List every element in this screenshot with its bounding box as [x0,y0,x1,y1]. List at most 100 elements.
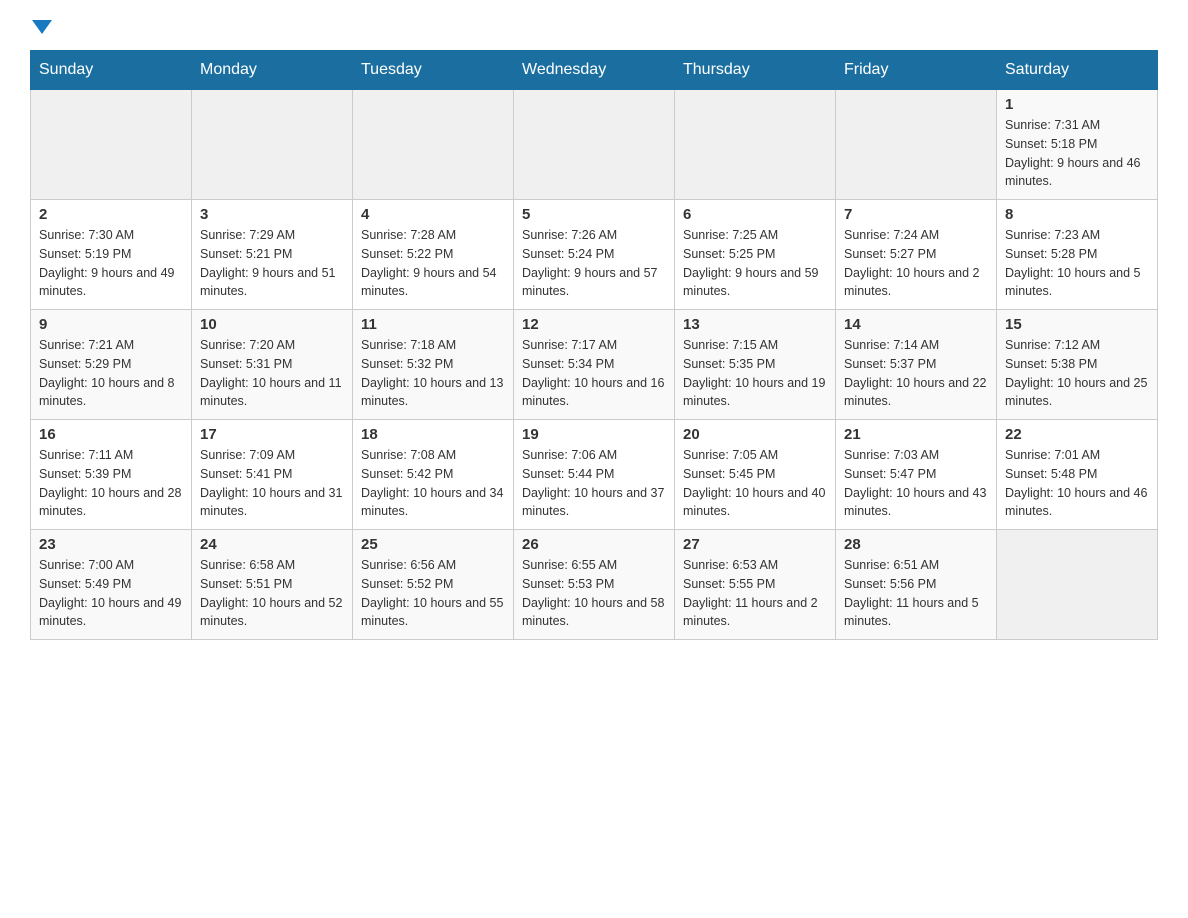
calendar-header: SundayMondayTuesdayWednesdayThursdayFrid… [31,51,1158,90]
calendar-cell: 1 Sunrise: 7:31 AMSunset: 5:18 PMDaylight… [997,90,1158,200]
day-number: 2 [39,206,183,223]
day-info: Sunrise: 7:18 AMSunset: 5:32 PMDaylight:… [361,336,505,411]
day-number: 6 [683,206,827,223]
day-info: Sunrise: 6:53 AMSunset: 5:55 PMDaylight:… [683,556,827,631]
day-number: 19 [522,426,666,443]
day-number: 28 [844,536,988,553]
calendar-cell: 9 Sunrise: 7:21 AMSunset: 5:29 PMDaylight… [31,310,192,420]
calendar-cell: 18 Sunrise: 7:08 AMSunset: 5:42 PMDayligh… [353,420,514,530]
day-info: Sunrise: 7:21 AMSunset: 5:29 PMDaylight:… [39,336,183,411]
day-number: 21 [844,426,988,443]
calendar-cell [31,90,192,200]
calendar-cell: 10Sunrise: 7:20 AMSunset: 5:31 PMDayligh… [192,310,353,420]
calendar-cell: 25 Sunrise: 6:56 AMSunset: 5:52 PMDayligh… [353,530,514,640]
logo-triangle-icon [32,20,52,34]
day-number: 25 [361,536,505,553]
day-info: Sunrise: 7:09 AMSunset: 5:41 PMDaylight:… [200,446,344,521]
day-info: Sunrise: 7:11 AMSunset: 5:39 PMDaylight:… [39,446,183,521]
day-number: 16 [39,426,183,443]
calendar-week-row: 16 Sunrise: 7:11 AMSunset: 5:39 PMDayligh… [31,420,1158,530]
weekday-header-wednesday: Wednesday [514,51,675,90]
calendar-week-row: 1 Sunrise: 7:31 AMSunset: 5:18 PMDaylight… [31,90,1158,200]
calendar-table: SundayMondayTuesdayWednesdayThursdayFrid… [30,50,1158,640]
day-number: 18 [361,426,505,443]
calendar-cell: 17 Sunrise: 7:09 AMSunset: 5:41 PMDayligh… [192,420,353,530]
day-number: 23 [39,536,183,553]
page-header [30,20,1158,34]
day-number: 17 [200,426,344,443]
calendar-cell: 23Sunrise: 7:00 AMSunset: 5:49 PMDayligh… [31,530,192,640]
weekday-header-thursday: Thursday [675,51,836,90]
day-number: 8 [1005,206,1149,223]
calendar-week-row: 9 Sunrise: 7:21 AMSunset: 5:29 PMDaylight… [31,310,1158,420]
day-number: 26 [522,536,666,553]
day-info: Sunrise: 7:29 AMSunset: 5:21 PMDaylight:… [200,226,344,301]
calendar-cell: 24 Sunrise: 6:58 AMSunset: 5:51 PMDayligh… [192,530,353,640]
calendar-cell [997,530,1158,640]
calendar-week-row: 23Sunrise: 7:00 AMSunset: 5:49 PMDayligh… [31,530,1158,640]
calendar-cell: 5 Sunrise: 7:26 AMSunset: 5:24 PMDaylight… [514,200,675,310]
day-info: Sunrise: 7:31 AMSunset: 5:18 PMDaylight:… [1005,116,1149,191]
day-info: Sunrise: 7:06 AMSunset: 5:44 PMDaylight:… [522,446,666,521]
calendar-cell: 2 Sunrise: 7:30 AMSunset: 5:19 PMDaylight… [31,200,192,310]
calendar-cell: 8 Sunrise: 7:23 AMSunset: 5:28 PMDaylight… [997,200,1158,310]
calendar-cell: 19 Sunrise: 7:06 AMSunset: 5:44 PMDayligh… [514,420,675,530]
day-number: 22 [1005,426,1149,443]
weekday-header-monday: Monday [192,51,353,90]
day-info: Sunrise: 6:58 AMSunset: 5:51 PMDaylight:… [200,556,344,631]
calendar-cell: 16 Sunrise: 7:11 AMSunset: 5:39 PMDayligh… [31,420,192,530]
calendar-cell: 4 Sunrise: 7:28 AMSunset: 5:22 PMDaylight… [353,200,514,310]
calendar-cell: 26Sunrise: 6:55 AMSunset: 5:53 PMDayligh… [514,530,675,640]
calendar-cell [514,90,675,200]
day-info: Sunrise: 6:51 AMSunset: 5:56 PMDaylight:… [844,556,988,631]
day-number: 11 [361,316,505,333]
day-info: Sunrise: 7:26 AMSunset: 5:24 PMDaylight:… [522,226,666,301]
weekday-header-saturday: Saturday [997,51,1158,90]
calendar-cell [836,90,997,200]
day-number: 3 [200,206,344,223]
weekday-header-row: SundayMondayTuesdayWednesdayThursdayFrid… [31,51,1158,90]
calendar-cell: 15Sunrise: 7:12 AMSunset: 5:38 PMDayligh… [997,310,1158,420]
calendar-cell: 21 Sunrise: 7:03 AMSunset: 5:47 PMDayligh… [836,420,997,530]
day-info: Sunrise: 7:24 AMSunset: 5:27 PMDaylight:… [844,226,988,301]
calendar-cell: 20 Sunrise: 7:05 AMSunset: 5:45 PMDayligh… [675,420,836,530]
weekday-header-sunday: Sunday [31,51,192,90]
day-number: 20 [683,426,827,443]
calendar-cell: 12 Sunrise: 7:17 AMSunset: 5:34 PMDayligh… [514,310,675,420]
day-number: 1 [1005,96,1149,113]
day-info: Sunrise: 7:03 AMSunset: 5:47 PMDaylight:… [844,446,988,521]
day-info: Sunrise: 7:05 AMSunset: 5:45 PMDaylight:… [683,446,827,521]
calendar-cell [192,90,353,200]
day-info: Sunrise: 7:23 AMSunset: 5:28 PMDaylight:… [1005,226,1149,301]
day-info: Sunrise: 7:17 AMSunset: 5:34 PMDaylight:… [522,336,666,411]
day-info: Sunrise: 7:15 AMSunset: 5:35 PMDaylight:… [683,336,827,411]
calendar-cell: 3 Sunrise: 7:29 AMSunset: 5:21 PMDaylight… [192,200,353,310]
calendar-cell: 6 Sunrise: 7:25 AMSunset: 5:25 PMDaylight… [675,200,836,310]
calendar-cell: 28 Sunrise: 6:51 AMSunset: 5:56 PMDayligh… [836,530,997,640]
day-info: Sunrise: 7:14 AMSunset: 5:37 PMDaylight:… [844,336,988,411]
calendar-cell: 14 Sunrise: 7:14 AMSunset: 5:37 PMDayligh… [836,310,997,420]
day-info: Sunrise: 7:30 AMSunset: 5:19 PMDaylight:… [39,226,183,301]
day-number: 14 [844,316,988,333]
calendar-week-row: 2 Sunrise: 7:30 AMSunset: 5:19 PMDaylight… [31,200,1158,310]
day-info: Sunrise: 7:28 AMSunset: 5:22 PMDaylight:… [361,226,505,301]
day-number: 13 [683,316,827,333]
day-number: 24 [200,536,344,553]
day-number: 27 [683,536,827,553]
calendar-body: 1 Sunrise: 7:31 AMSunset: 5:18 PMDaylight… [31,90,1158,640]
day-number: 15 [1005,316,1149,333]
calendar-cell: 11 Sunrise: 7:18 AMSunset: 5:32 PMDayligh… [353,310,514,420]
weekday-header-tuesday: Tuesday [353,51,514,90]
day-info: Sunrise: 7:08 AMSunset: 5:42 PMDaylight:… [361,446,505,521]
day-number: 9 [39,316,183,333]
day-number: 4 [361,206,505,223]
weekday-header-friday: Friday [836,51,997,90]
day-info: Sunrise: 6:56 AMSunset: 5:52 PMDaylight:… [361,556,505,631]
day-number: 7 [844,206,988,223]
calendar-cell [353,90,514,200]
logo [30,20,52,34]
calendar-cell: 22Sunrise: 7:01 AMSunset: 5:48 PMDayligh… [997,420,1158,530]
day-info: Sunrise: 7:25 AMSunset: 5:25 PMDaylight:… [683,226,827,301]
day-number: 5 [522,206,666,223]
day-number: 12 [522,316,666,333]
